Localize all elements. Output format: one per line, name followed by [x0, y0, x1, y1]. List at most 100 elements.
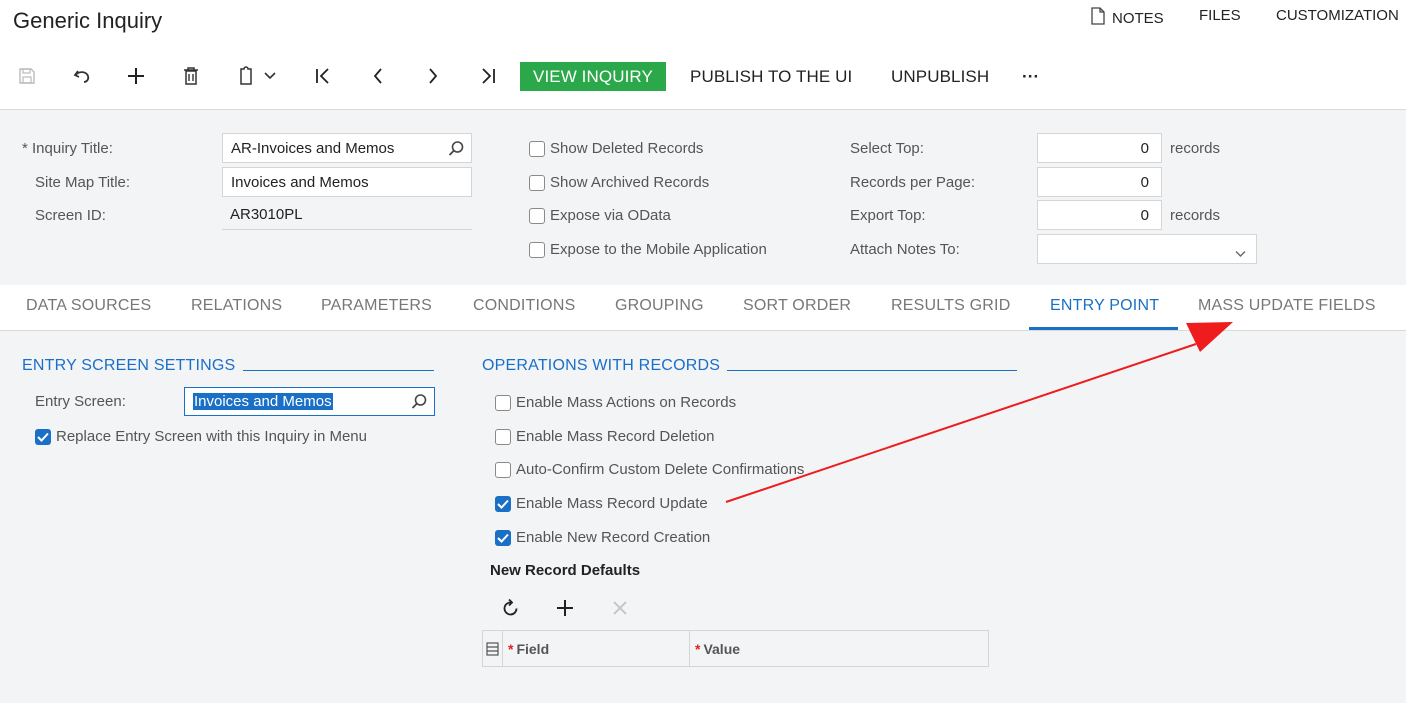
entry-screen-value: Invoices and Memos: [193, 393, 333, 410]
new-record-checkbox[interactable]: Enable New Record Creation: [495, 529, 710, 546]
add-icon[interactable]: [121, 62, 151, 90]
required-marker: *: [695, 640, 701, 657]
checkbox-box[interactable]: [529, 174, 545, 191]
checkbox-box[interactable]: [495, 461, 511, 478]
column-header-label: Field: [516, 640, 550, 657]
checkbox-checked-icon[interactable]: [495, 529, 511, 546]
screen-id-value: AR3010PL: [222, 200, 472, 230]
next-record-icon[interactable]: [418, 62, 448, 90]
first-record-icon[interactable]: [308, 62, 338, 90]
mass-update-checkbox[interactable]: Enable Mass Record Update: [495, 495, 708, 512]
new-record-defaults-grid: * Field * Value: [482, 630, 989, 667]
entry-screen-field[interactable]: Invoices and Memos: [184, 387, 435, 416]
tab-conditions[interactable]: CONDITIONS: [473, 297, 575, 315]
expose-odata-label: Expose via OData: [550, 207, 671, 224]
refresh-icon[interactable]: [496, 594, 526, 622]
select-top-unit: records: [1170, 140, 1221, 157]
inquiry-title-label: * Inquiry Title:: [22, 140, 113, 157]
delete-icon[interactable]: [176, 62, 206, 90]
notes-label: NOTES: [1112, 9, 1164, 27]
required-marker: *: [22, 140, 28, 157]
records-per-page-field[interactable]: 0: [1037, 167, 1162, 197]
customization-link[interactable]: CUSTOMIZATION: [1276, 7, 1399, 24]
export-top-label: Export Top:: [850, 207, 926, 224]
page-header: Generic Inquiry NOTES FILES CUSTOMIZATIO…: [0, 0, 1406, 110]
site-map-title-field[interactable]: Invoices and Memos: [222, 167, 472, 197]
copy-paste-icon[interactable]: [231, 62, 261, 90]
checkbox-box[interactable]: [495, 394, 511, 411]
tab-parameters[interactable]: PARAMETERS: [321, 297, 432, 315]
files-link[interactable]: FILES: [1199, 7, 1241, 24]
tab-results-grid[interactable]: RESULTS GRID: [891, 297, 1010, 315]
tab-grouping[interactable]: GROUPING: [615, 297, 704, 315]
add-row-icon[interactable]: [550, 594, 580, 622]
select-top-field[interactable]: 0: [1037, 133, 1162, 163]
chevron-down-icon[interactable]: [260, 62, 280, 90]
active-tab-indicator: [1029, 327, 1178, 330]
chevron-down-icon[interactable]: [1235, 245, 1246, 262]
tab-sort-order[interactable]: SORT ORDER: [743, 297, 851, 315]
records-per-page-label: Records per Page:: [850, 174, 976, 191]
more-actions-button[interactable]: ···: [1022, 62, 1039, 91]
checkbox-box[interactable]: [495, 428, 511, 445]
site-map-title-label: Site Map Title:: [35, 174, 131, 191]
new-record-defaults-title: New Record Defaults: [490, 562, 641, 579]
show-archived-checkbox[interactable]: Show Archived Records: [529, 174, 709, 191]
show-deleted-label: Show Deleted Records: [550, 140, 704, 157]
show-deleted-checkbox[interactable]: Show Deleted Records: [529, 140, 703, 157]
auto-confirm-checkbox[interactable]: Auto-Confirm Custom Delete Confirmations: [495, 461, 804, 478]
tab-relations[interactable]: RELATIONS: [191, 297, 282, 315]
delete-row-icon[interactable]: [605, 594, 635, 622]
mass-actions-label: Enable Mass Actions on Records: [516, 394, 737, 411]
checkbox-box[interactable]: [529, 140, 545, 157]
attach-notes-select[interactable]: [1037, 234, 1257, 264]
entry-screen-settings-title: ENTRY SCREEN SETTINGS: [22, 357, 236, 374]
inquiry-title-value: AR-Invoices and Memos: [231, 139, 395, 157]
search-icon[interactable]: [411, 393, 428, 414]
previous-record-icon[interactable]: [363, 62, 393, 90]
screen-id-label: Screen ID:: [35, 207, 106, 224]
inquiry-title-field[interactable]: AR-Invoices and Memos: [222, 133, 472, 163]
checkbox-box[interactable]: [529, 207, 545, 224]
checkbox-checked-icon[interactable]: [495, 495, 511, 512]
save-icon[interactable]: [12, 62, 42, 90]
replace-entry-screen-label: Replace Entry Screen with this Inquiry i…: [56, 428, 367, 445]
inquiry-title-label-text: Inquiry Title:: [32, 140, 113, 157]
column-header-field[interactable]: * Field: [503, 631, 690, 666]
operations-with-records-title: OPERATIONS WITH RECORDS: [482, 357, 721, 374]
page-title: Generic Inquiry: [13, 8, 163, 33]
expose-mobile-label: Expose to the Mobile Application: [550, 241, 767, 258]
replace-entry-screen-checkbox[interactable]: Replace Entry Screen with this Inquiry i…: [35, 428, 367, 445]
tab-data-sources[interactable]: DATA SOURCES: [26, 297, 151, 315]
entry-screen-label: Entry Screen:: [35, 393, 126, 410]
tab-mass-update-fields[interactable]: MASS UPDATE FIELDS: [1198, 297, 1376, 315]
export-top-field[interactable]: 0: [1037, 200, 1162, 230]
mass-deletion-label: Enable Mass Record Deletion: [516, 428, 715, 445]
expose-odata-checkbox[interactable]: Expose via OData: [529, 207, 671, 224]
tab-bar: DATA SOURCES RELATIONS PARAMETERS CONDIT…: [0, 285, 1406, 331]
view-inquiry-button[interactable]: VIEW INQUIRY: [520, 62, 666, 91]
mass-update-label: Enable Mass Record Update: [516, 495, 708, 512]
mass-deletion-checkbox[interactable]: Enable Mass Record Deletion: [495, 428, 714, 445]
unpublish-button[interactable]: UNPUBLISH: [891, 62, 989, 91]
notes-link[interactable]: NOTES: [1090, 7, 1164, 29]
show-archived-label: Show Archived Records: [550, 174, 710, 191]
column-header-label: Value: [703, 640, 741, 657]
publish-to-ui-button[interactable]: PUBLISH TO THE UI: [690, 62, 852, 91]
tab-entry-point[interactable]: ENTRY POINT: [1050, 297, 1159, 315]
note-icon: [1090, 7, 1106, 29]
column-header-value[interactable]: * Value: [690, 631, 988, 666]
expose-mobile-checkbox[interactable]: Expose to the Mobile Application: [529, 241, 767, 258]
auto-confirm-label: Auto-Confirm Custom Delete Confirmations: [516, 461, 805, 478]
checkbox-box[interactable]: [529, 241, 545, 258]
checkbox-checked-icon[interactable]: [35, 428, 51, 445]
undo-icon[interactable]: [67, 62, 97, 90]
section-divider: [243, 370, 434, 371]
row-selector-icon[interactable]: [483, 631, 503, 666]
mass-actions-checkbox[interactable]: Enable Mass Actions on Records: [495, 394, 736, 411]
section-divider: [727, 370, 1017, 371]
last-record-icon[interactable]: [473, 62, 503, 90]
new-record-label: Enable New Record Creation: [516, 529, 711, 546]
search-icon[interactable]: [448, 140, 465, 161]
required-marker: *: [508, 640, 514, 657]
